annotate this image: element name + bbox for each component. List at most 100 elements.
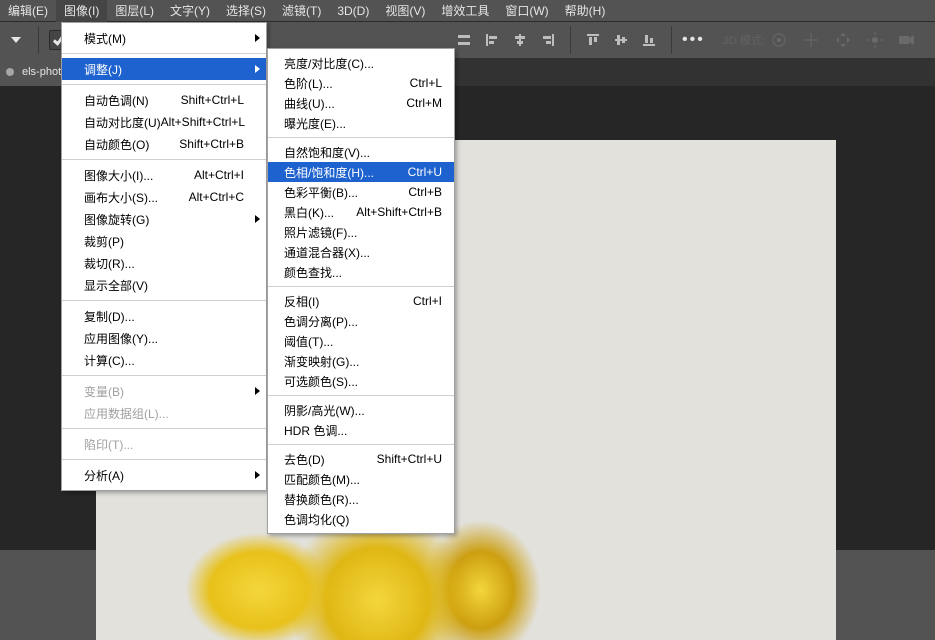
menu-item[interactable]: 反相(I) Ctrl+I — [268, 291, 454, 311]
menu-item[interactable]: 计算(C)... — [62, 349, 266, 371]
d3-mode-icons — [769, 30, 931, 50]
menu-item-label: 计算(C)... — [84, 352, 135, 369]
menu-item[interactable]: 裁剪(P) — [62, 230, 266, 252]
align-vcenter-icon[interactable] — [609, 28, 633, 52]
menu-item[interactable]: 自然饱和度(V)... — [268, 142, 454, 162]
menu-item-label: 图像旋转(G) — [84, 211, 149, 228]
menu-item[interactable]: 阈值(T)... — [268, 331, 454, 351]
menu-item-shortcut: Alt+Shift+Ctrl+B — [356, 205, 442, 219]
adjustments-submenu: 亮度/对比度(C)... 色阶(L)... Ctrl+L 曲线(U)... Ctrl+M… — [267, 48, 455, 534]
pan-icon[interactable] — [801, 30, 821, 50]
align-edges-icon[interactable] — [452, 28, 476, 52]
menu-item-label: 模式(M) — [84, 30, 126, 47]
menu-item-label: 色彩平衡(B)... — [284, 184, 358, 201]
menubar-item[interactable]: 选择(S) — [218, 0, 274, 22]
align-left-icon[interactable] — [480, 28, 504, 52]
menu-item[interactable]: 模式(M) — [62, 27, 266, 49]
menu-item[interactable]: 图像旋转(G) — [62, 208, 266, 230]
menu-item[interactable]: HDR 色调... — [268, 420, 454, 440]
dropdown-icon[interactable] — [4, 28, 28, 52]
menu-item[interactable]: 可选颜色(S)... — [268, 371, 454, 391]
menu-item[interactable]: 亮度/对比度(C)... — [268, 53, 454, 73]
menu-item[interactable]: 分析(A) — [62, 464, 266, 486]
menu-item[interactable]: 黑白(K)...Alt+Shift+Ctrl+B — [268, 202, 454, 222]
align-right-icon[interactable] — [536, 28, 560, 52]
menubar-item[interactable]: 图像(I) — [56, 0, 107, 22]
menu-item-shortcut: Ctrl+M — [406, 96, 442, 110]
menu-item[interactable]: 复制(D)... — [62, 305, 266, 327]
light-icon[interactable] — [865, 30, 885, 50]
menu-item-label: 自动颜色(O) — [84, 136, 149, 153]
menu-item[interactable]: 曲线(U)... Ctrl+M — [268, 93, 454, 113]
separator — [671, 26, 672, 54]
menu-item-label: 颜色查找... — [284, 264, 342, 281]
menu-item[interactable]: 曝光度(E)... — [268, 113, 454, 133]
move-icon[interactable] — [833, 30, 853, 50]
camera-icon[interactable] — [897, 30, 917, 50]
menu-item-label: 色阶(L)... — [284, 75, 333, 92]
menu-item-shortcut: Ctrl+B — [408, 185, 442, 199]
menu-item[interactable]: 自动对比度(U)Alt+Shift+Ctrl+L — [62, 111, 266, 133]
menu-item-shortcut: Shift+Ctrl+U — [377, 452, 442, 466]
menu-item: 变量(B) — [62, 380, 266, 402]
d3-mode-label: 3D 模式: — [723, 32, 765, 48]
menubar-item[interactable]: 增效工具 — [433, 0, 497, 22]
align-bottom-icon[interactable] — [637, 28, 661, 52]
menu-item-label: 画布大小(S)... — [84, 189, 158, 206]
separator — [38, 26, 39, 54]
submenu-arrow-icon — [255, 387, 260, 395]
menu-item[interactable]: 应用图像(Y)... — [62, 327, 266, 349]
menu-item[interactable]: 匹配颜色(M)... — [268, 469, 454, 489]
menu-item-label: 反相(I) — [284, 293, 319, 310]
menu-item[interactable]: 调整(J) — [62, 58, 266, 80]
menu-item[interactable]: 颜色查找... — [268, 262, 454, 282]
menu-item[interactable]: 色相/饱和度(H)...Ctrl+U — [268, 162, 454, 182]
menubar: 编辑(E)图像(I)图层(L)文字(Y)选择(S)滤镜(T)3D(D)视图(V)… — [0, 0, 935, 22]
menu-item[interactable]: 自动色调(N)Shift+Ctrl+L — [62, 89, 266, 111]
menu-item-shortcut: Ctrl+L — [410, 76, 442, 90]
menu-item-label: 照片滤镜(F)... — [284, 224, 357, 241]
align-hcenter-icon[interactable] — [508, 28, 532, 52]
menu-item-label: HDR 色调... — [284, 422, 347, 439]
menu-item-label: 替换颜色(R)... — [284, 491, 359, 508]
menu-item[interactable]: 显示全部(V) — [62, 274, 266, 296]
menubar-item[interactable]: 图层(L) — [107, 0, 162, 22]
menu-item[interactable]: 裁切(R)... — [62, 252, 266, 274]
menubar-item[interactable]: 滤镜(T) — [274, 0, 329, 22]
menu-item-label: 应用数据组(L)... — [84, 405, 169, 422]
menu-item[interactable]: 去色(D)Shift+Ctrl+U — [268, 449, 454, 469]
image-menu-dropdown: 模式(M) 调整(J) 自动色调(N)Shift+Ctrl+L自动对比度(U)Alt… — [61, 22, 267, 491]
menu-item[interactable]: 替换颜色(R)... — [268, 489, 454, 509]
menu-item[interactable]: 色调均化(Q) — [268, 509, 454, 529]
menu-item[interactable]: 照片滤镜(F)... — [268, 222, 454, 242]
menu-item-label: 变量(B) — [84, 383, 124, 400]
menu-item-label: 曲线(U)... — [284, 95, 335, 112]
menu-item[interactable]: 渐变映射(G)... — [268, 351, 454, 371]
menu-item-label: 调整(J) — [84, 61, 122, 78]
more-options-icon[interactable]: ••• — [682, 31, 705, 49]
menu-item-shortcut: Ctrl+I — [413, 294, 442, 308]
menu-item[interactable]: 通道混合器(X)... — [268, 242, 454, 262]
menu-item[interactable]: 图像大小(I)...Alt+Ctrl+I — [62, 164, 266, 186]
menu-item-label: 阈值(T)... — [284, 333, 333, 350]
menu-item-shortcut: Alt+Ctrl+C — [189, 190, 244, 204]
menubar-item[interactable]: 3D(D) — [329, 1, 377, 21]
menu-item-label: 色调分离(P)... — [284, 313, 358, 330]
menubar-item[interactable]: 文字(Y) — [162, 0, 218, 22]
menubar-item[interactable]: 帮助(H) — [557, 0, 614, 22]
align-top-icon[interactable] — [581, 28, 605, 52]
menu-item[interactable]: 自动颜色(O)Shift+Ctrl+B — [62, 133, 266, 155]
orbit-icon[interactable] — [769, 30, 789, 50]
menu-item[interactable]: 阴影/高光(W)... — [268, 400, 454, 420]
menu-item[interactable]: 画布大小(S)... Alt+Ctrl+C — [62, 186, 266, 208]
menu-item: 陷印(T)... — [62, 433, 266, 455]
menu-item[interactable]: 色阶(L)... Ctrl+L — [268, 73, 454, 93]
menubar-item[interactable]: 窗口(W) — [497, 0, 556, 22]
menu-item[interactable]: 色彩平衡(B)... Ctrl+B — [268, 182, 454, 202]
menu-item[interactable]: 色调分离(P)... — [268, 311, 454, 331]
menubar-item[interactable]: 编辑(E) — [0, 0, 56, 22]
submenu-arrow-icon — [255, 65, 260, 73]
menu-item-label: 自然饱和度(V)... — [284, 144, 370, 161]
menubar-item[interactable]: 视图(V) — [377, 0, 433, 22]
menu-item-shortcut: Ctrl+U — [408, 165, 442, 179]
